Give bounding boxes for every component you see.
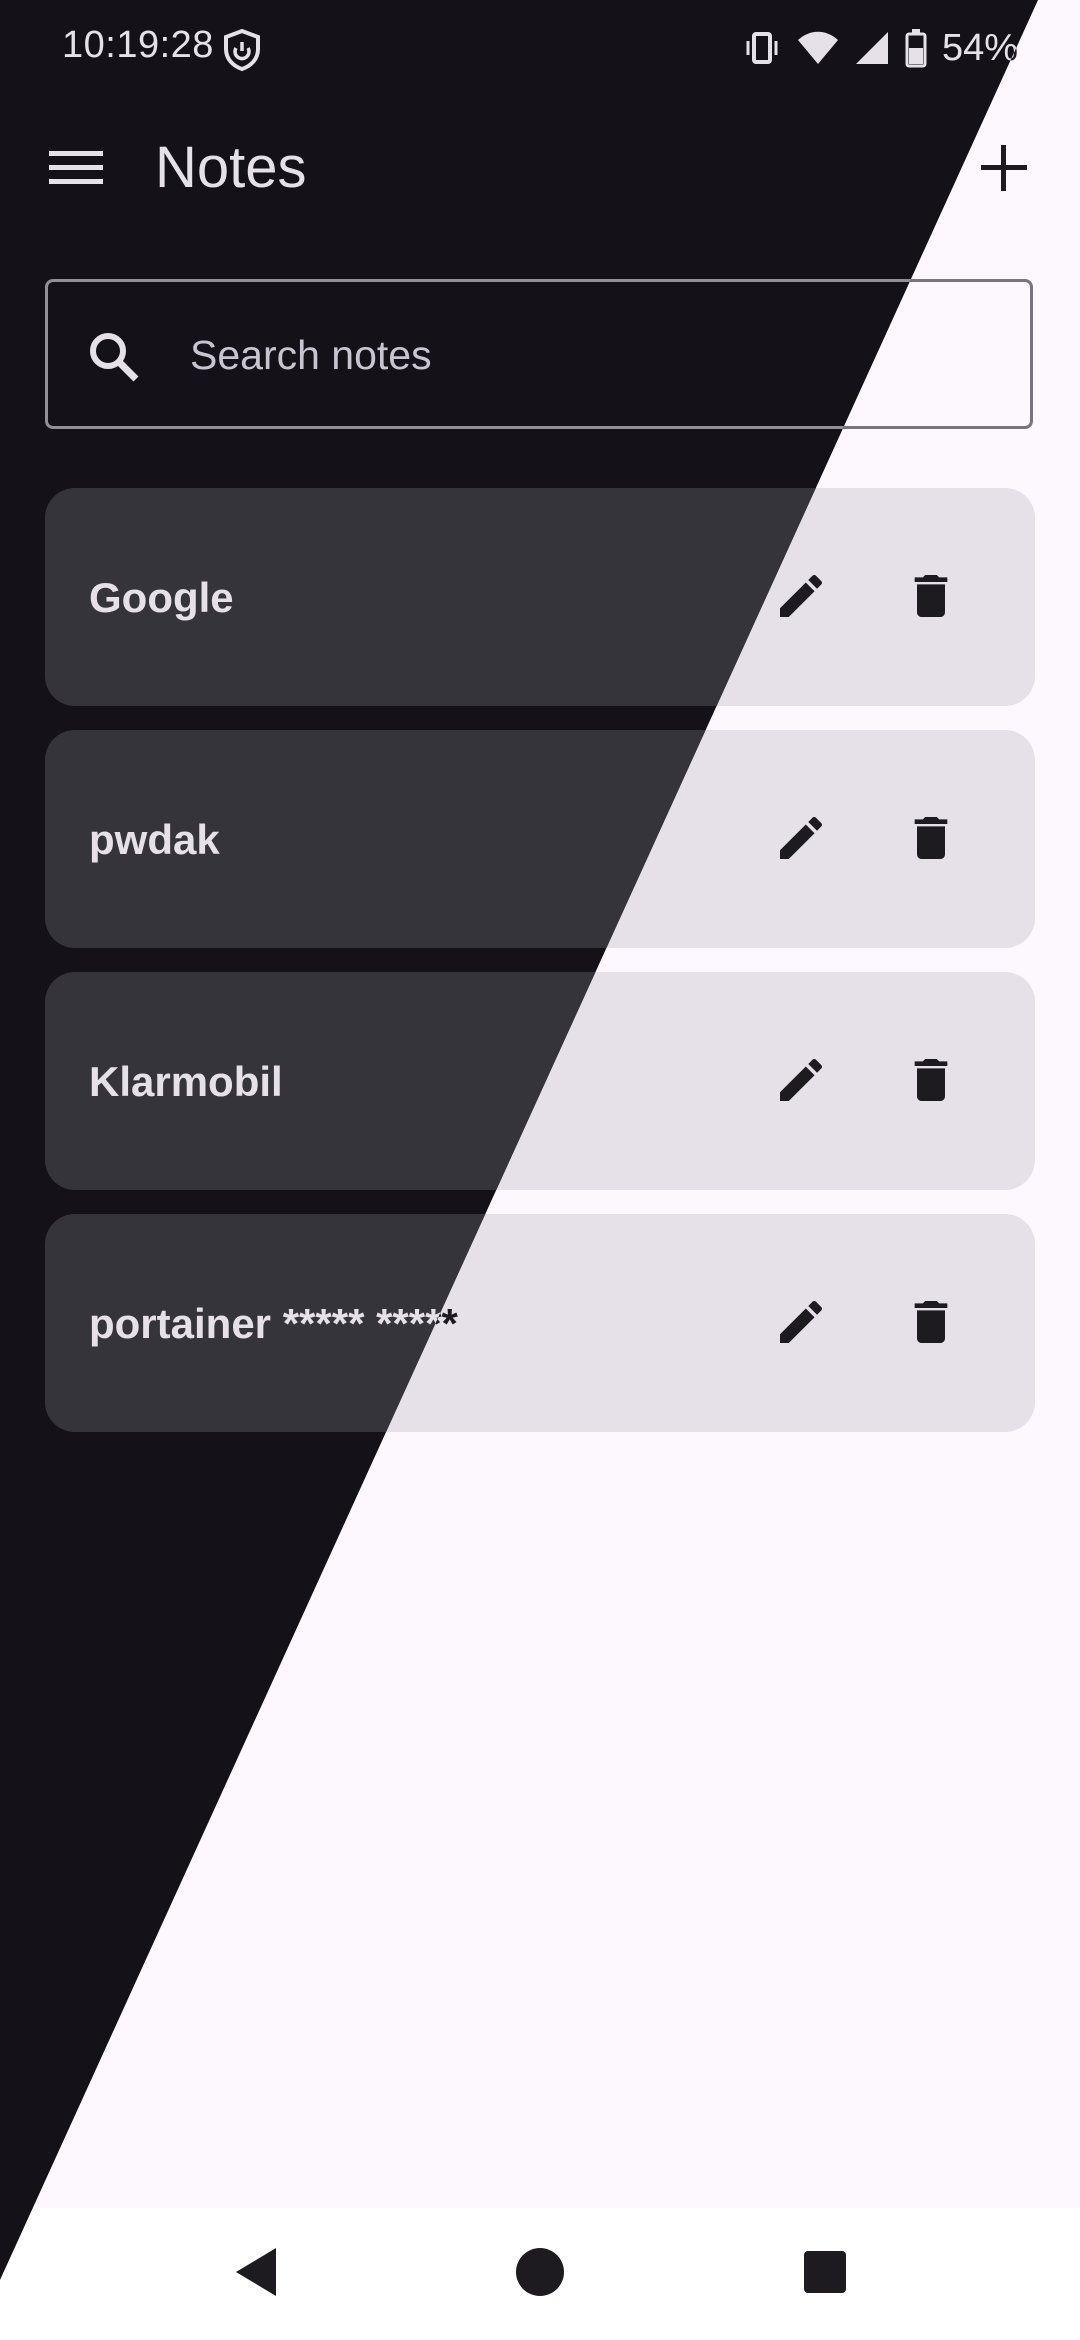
note-title: Google [89,574,234,621]
edit-note-button[interactable] [765,1046,837,1118]
status-bar: 10:19:28 54% [0,0,1038,98]
note-title: Klarmobil [89,1058,283,1105]
notes-screen: 10:19:28 54% Notes Search notes Google p… [0,0,1080,2340]
nav-recents-button[interactable] [795,2244,855,2304]
wifi-icon [796,28,840,68]
note-title: portainer ***** ***** [89,1300,458,1347]
signal-icon [854,28,890,68]
delete-note-button[interactable] [895,562,967,634]
pencil-icon [773,1294,829,1355]
status-time: 10:19:28 [62,24,214,66]
pencil-icon [773,1052,829,1113]
trash-icon [903,810,959,871]
menu-button[interactable] [40,138,112,202]
back-icon [232,2246,280,2303]
trash-icon [903,568,959,629]
pencil-icon [773,810,829,871]
recents-icon [803,2250,847,2299]
search-icon [84,327,144,387]
page-title: Notes [155,135,307,200]
menu-icon [49,148,103,193]
add-icon [981,144,1027,196]
pencil-icon [773,568,829,629]
delete-note-button[interactable] [895,1288,967,1360]
add-note-button[interactable] [968,138,1040,202]
delete-note-button[interactable] [895,804,967,876]
home-icon [515,2247,565,2302]
trash-icon [903,1052,959,1113]
battery-icon [904,28,928,68]
vpn-shield-icon [222,28,262,72]
note-title: pwdak [89,816,220,863]
edit-note-button[interactable] [765,1288,837,1360]
vibrate-icon [742,28,782,68]
delete-note-button[interactable] [895,1046,967,1118]
battery-percent: 54% [941,26,1018,69]
status-icons: 54% [742,24,1018,72]
search-placeholder: Search notes [190,332,432,378]
system-nav-bar [0,2208,1080,2340]
edit-note-button[interactable] [765,804,837,876]
nav-home-button[interactable] [510,2244,570,2304]
app-bar: Notes [0,110,1038,230]
trash-icon [903,1294,959,1355]
nav-back-button[interactable] [226,2244,286,2304]
